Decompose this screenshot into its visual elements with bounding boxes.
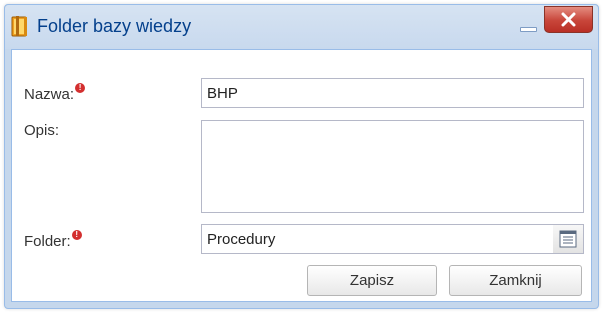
window-title: Folder bazy wiedzy: [37, 16, 192, 36]
description-label: Opis:: [24, 122, 60, 139]
title-bar[interactable]: Folder bazy wiedzy: [5, 5, 598, 49]
folder-picker-button[interactable]: [553, 224, 584, 254]
name-input[interactable]: [201, 78, 584, 108]
close-button[interactable]: Zamknij: [449, 265, 582, 296]
list-picker-icon: [559, 230, 577, 248]
required-icon: !: [75, 83, 86, 94]
name-label: Nazwa:!: [24, 83, 86, 103]
folder-input[interactable]: [201, 224, 554, 254]
close-icon: [561, 12, 576, 27]
save-button[interactable]: Zapisz: [307, 265, 437, 296]
dialog-window: Folder bazy wiedzy Nazwa:! Opis: Folder:…: [4, 4, 599, 309]
minimize-button[interactable]: [516, 14, 542, 34]
description-textarea[interactable]: [201, 120, 584, 213]
close-window-button[interactable]: [544, 6, 593, 33]
form-panel: Nazwa:! Opis: Folder:! Zapisz Zamknij: [11, 49, 592, 302]
required-icon: !: [71, 230, 82, 241]
minimize-icon: [520, 27, 537, 32]
folder-label: Folder:!: [24, 230, 82, 250]
folder-book-icon: [11, 15, 29, 37]
